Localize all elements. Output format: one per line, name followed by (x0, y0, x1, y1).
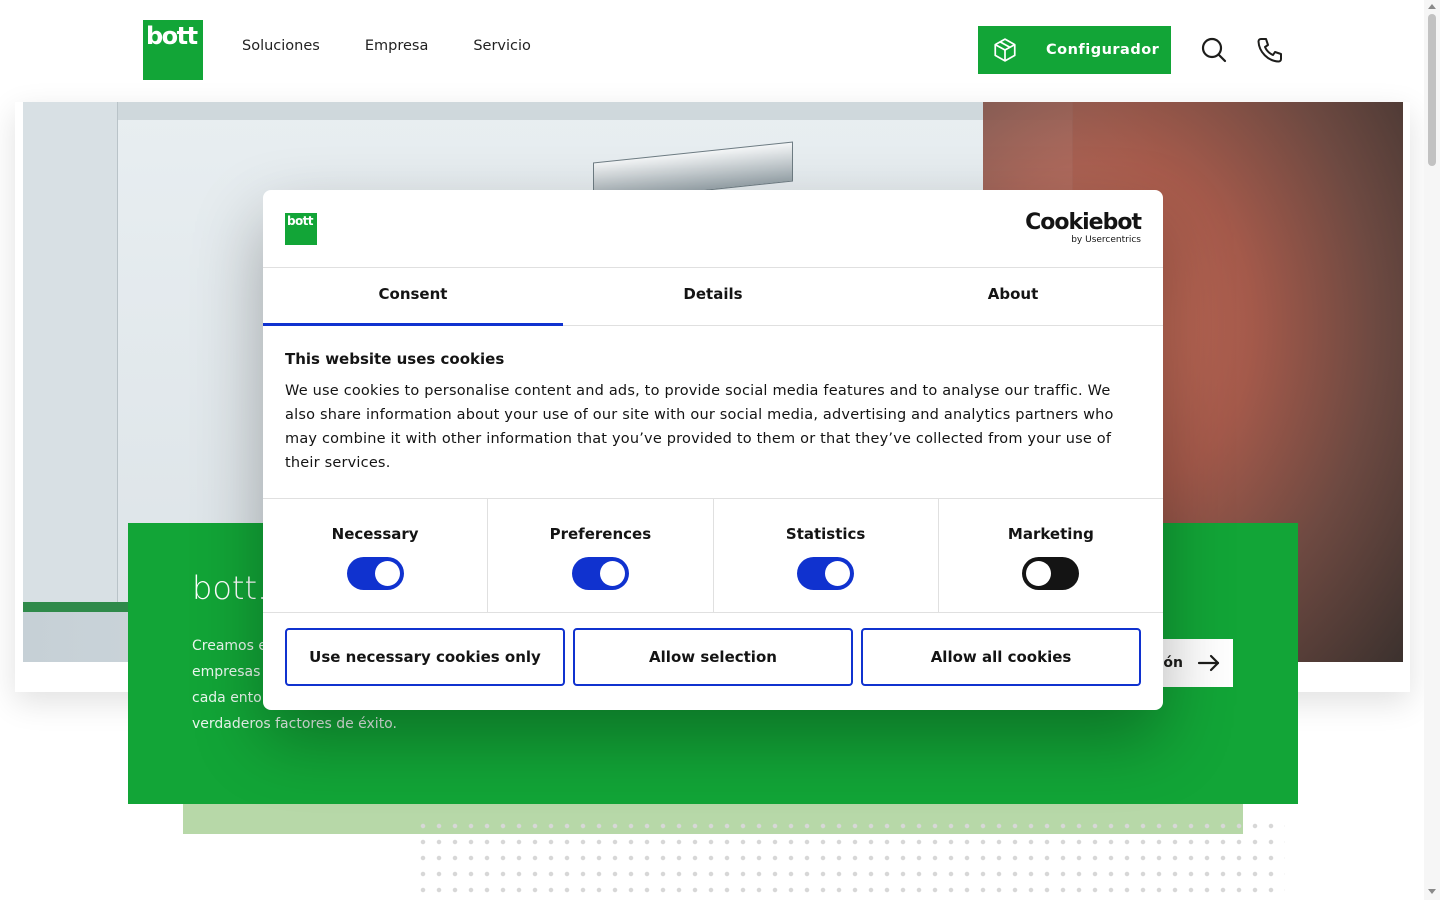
toggle-group-preferences: Preferences (488, 499, 714, 612)
dialog-body: This website uses cookies We use cookies… (285, 350, 1115, 475)
tab-details[interactable]: Details (563, 268, 863, 325)
allow-all-cookies-button[interactable]: Allow all cookies (861, 628, 1141, 686)
configurator-label: Configurador (1046, 42, 1160, 58)
dialog-heading: This website uses cookies (285, 350, 505, 368)
nav-item-soluciones[interactable]: Soluciones (242, 38, 320, 54)
main-nav: Soluciones Empresa Servicio (242, 38, 531, 54)
toggle-marketing[interactable] (1022, 557, 1080, 590)
toggle-statistics[interactable] (797, 557, 855, 590)
hero-card-title: bott. (192, 569, 268, 607)
nav-item-servicio[interactable]: Servicio (473, 38, 531, 54)
site-header: bott Soluciones Empresa Servicio Configu… (0, 0, 1424, 100)
bott-logo[interactable]: bott (143, 20, 203, 80)
configurator-button[interactable]: Configurador (978, 26, 1171, 74)
cookiebot-logo: Cookiebot by Usercentrics (1025, 210, 1142, 246)
toggle-necessary[interactable] (346, 557, 404, 590)
toggle-group-statistics: Statistics (714, 499, 939, 612)
nav-item-empresa[interactable]: Empresa (365, 38, 429, 54)
arrow-right-icon (1197, 654, 1220, 672)
toggle-group-necessary: Necessary (263, 499, 489, 612)
phone-icon[interactable] (1256, 36, 1284, 64)
toggle-group-marketing: Marketing (939, 499, 1163, 612)
page-scrollbar[interactable] (1424, 0, 1440, 900)
dialog-bott-logo: bott (285, 213, 317, 245)
search-icon[interactable] (1200, 36, 1228, 64)
scroll-up-arrow-icon[interactable] (1428, 4, 1436, 9)
toggle-label-statistics: Statistics (785, 525, 866, 543)
toggle-label-necessary: Necessary (331, 525, 419, 543)
dialog-buttons: Use necessary cookies only Allow selecti… (285, 628, 1141, 686)
cookie-category-toggles: Necessary Preferences Statistics Marketi… (263, 498, 1163, 613)
cookie-consent-dialog: bott Cookiebot by Usercentrics Consent D… (263, 190, 1163, 710)
tab-consent[interactable]: Consent (263, 268, 563, 326)
toggle-label-preferences: Preferences (549, 525, 652, 543)
scroll-down-arrow-icon[interactable] (1428, 889, 1436, 894)
use-necessary-only-button[interactable]: Use necessary cookies only (285, 628, 565, 686)
cube-icon (994, 38, 1016, 62)
decorative-dot-pattern (415, 818, 1285, 900)
scroll-thumb[interactable] (1428, 14, 1436, 166)
toggle-label-marketing: Marketing (1007, 525, 1094, 543)
toggle-preferences[interactable] (571, 557, 629, 590)
dialog-description: We use cookies to personalise content an… (285, 383, 1114, 471)
dialog-header: bott Cookiebot by Usercentrics (263, 190, 1163, 268)
allow-selection-button[interactable]: Allow selection (573, 628, 853, 686)
dialog-tabs: Consent Details About (263, 268, 1163, 326)
tab-about[interactable]: About (863, 268, 1163, 325)
hero-card-button-label: ón (1163, 655, 1183, 671)
